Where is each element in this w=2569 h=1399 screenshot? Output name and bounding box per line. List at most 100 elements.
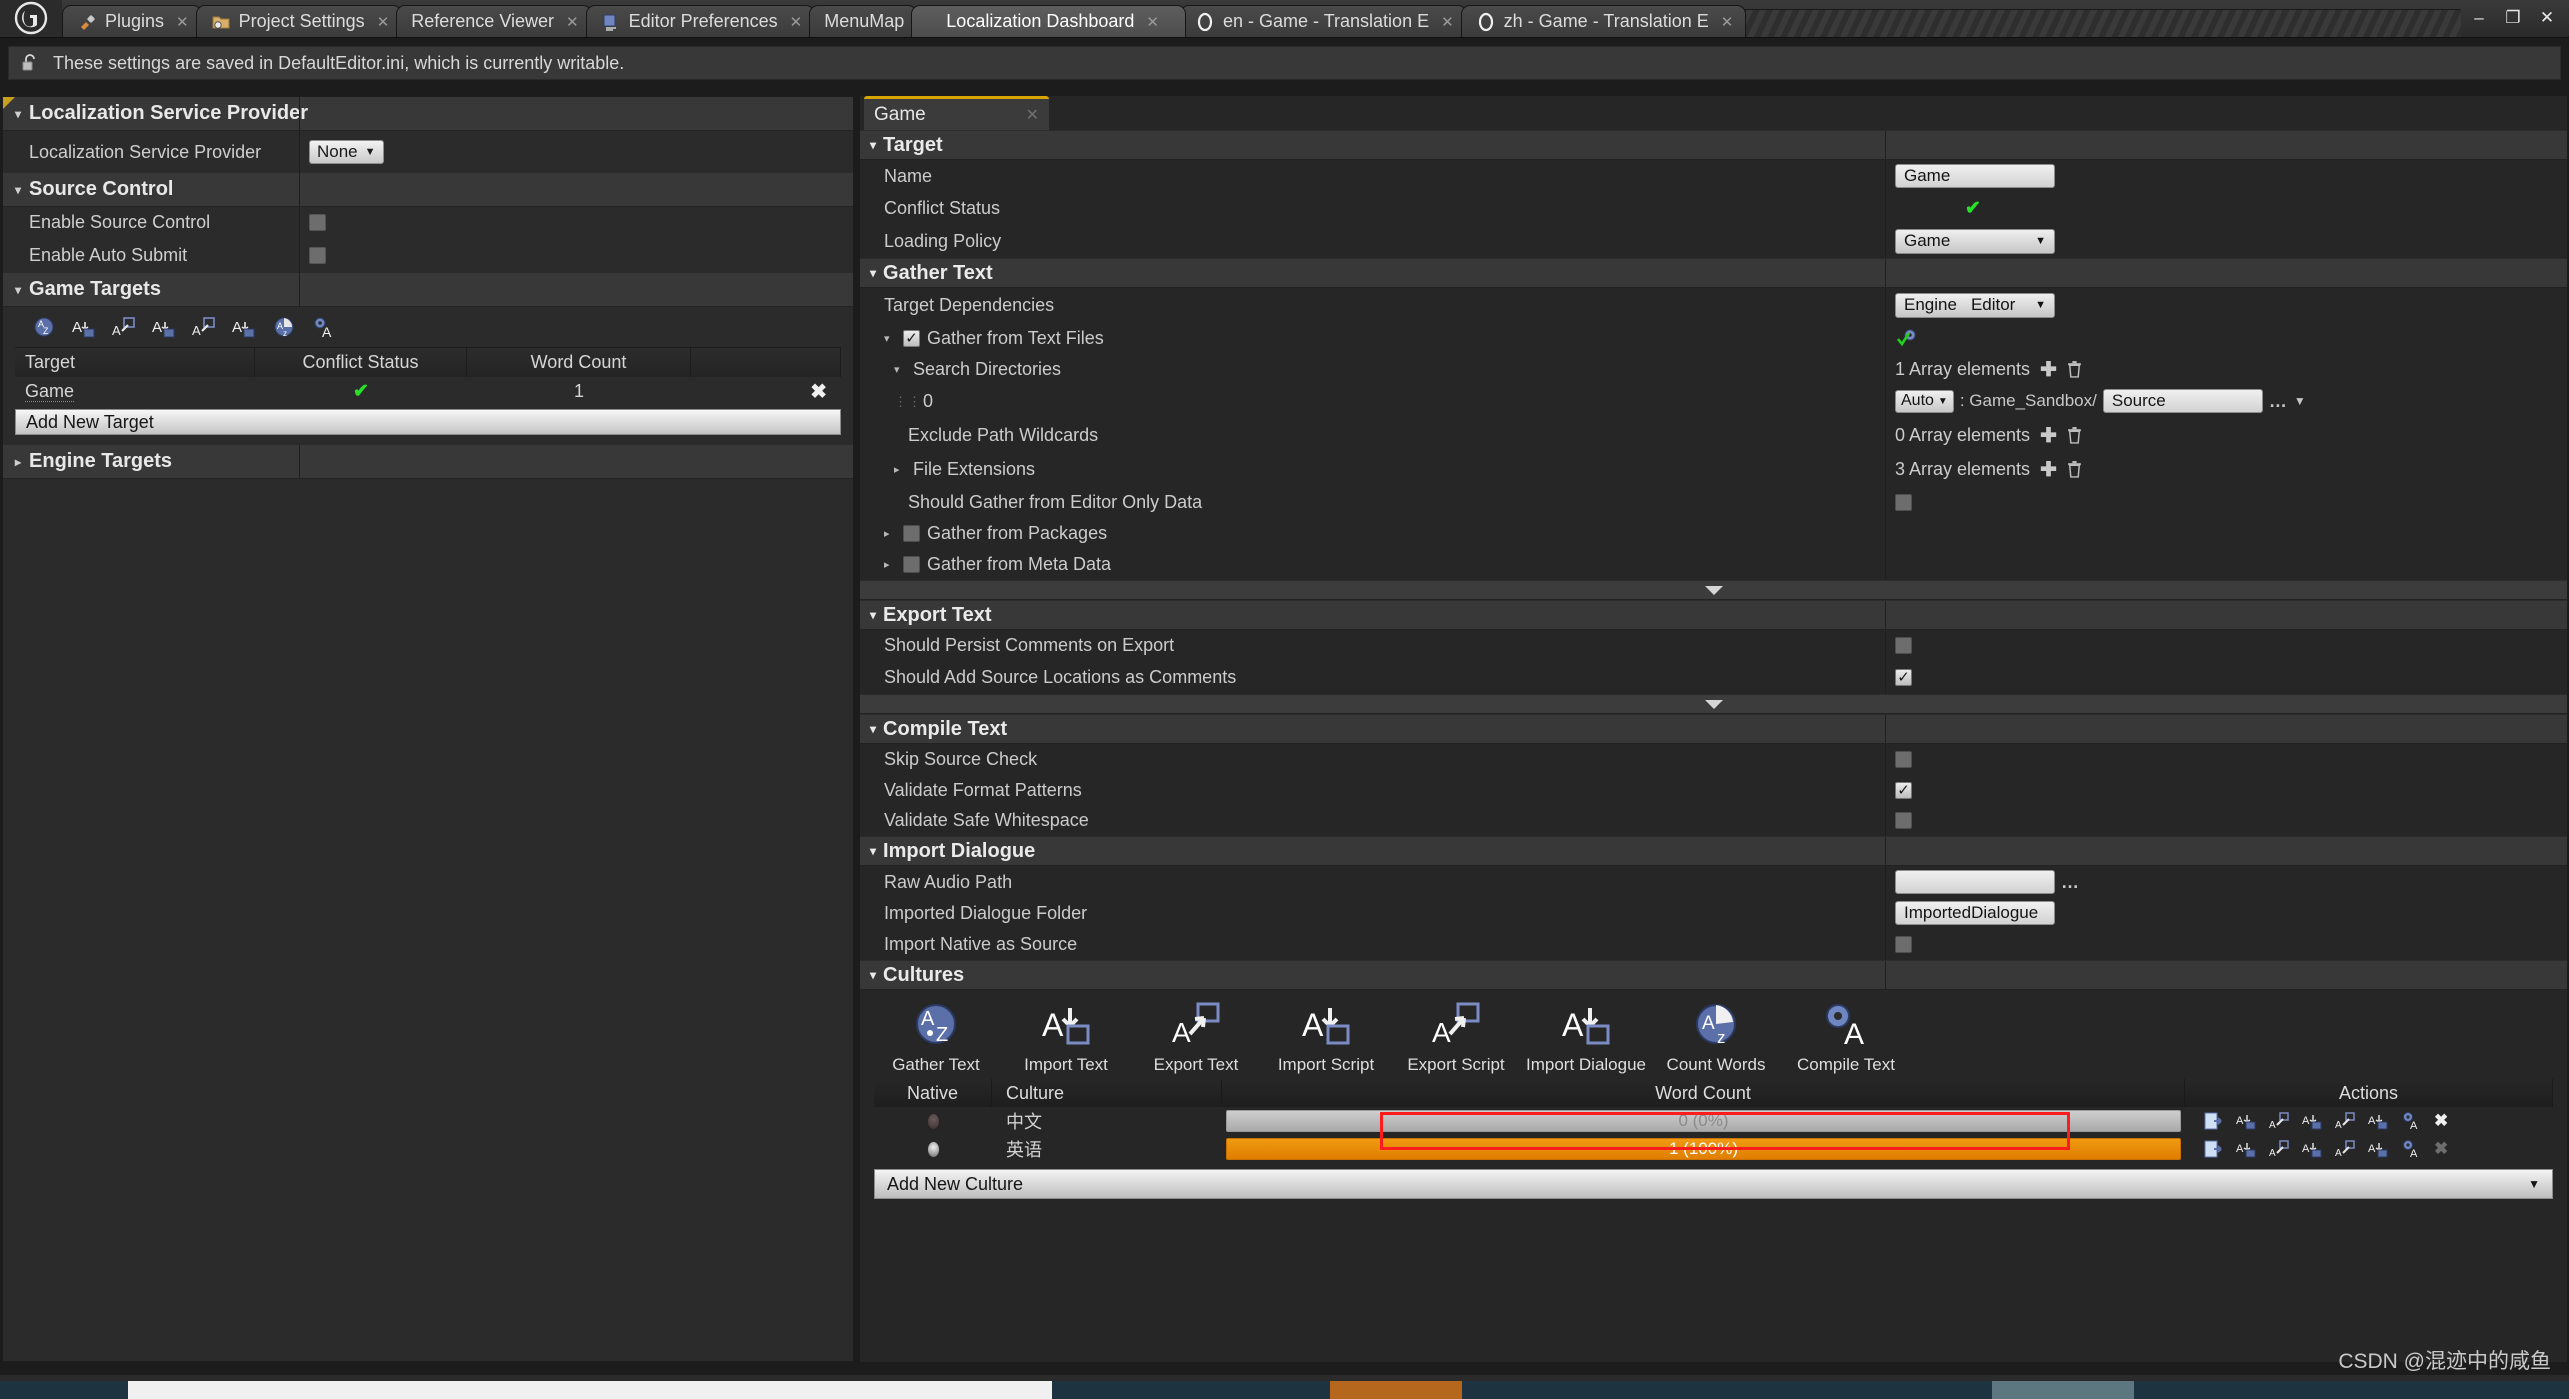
section-import-dialogue[interactable]: ▾ Import Dialogue	[860, 836, 2567, 866]
taskbar-items-mid[interactable]	[1462, 1381, 1992, 1399]
section-cultures[interactable]: ▾ Cultures	[860, 960, 2567, 990]
delete-target-icon[interactable]: ✖	[691, 379, 841, 404]
expand-triangle-icon[interactable]: ▸	[894, 463, 906, 476]
section-engine-targets[interactable]: ▸ Engine Targets	[3, 445, 853, 479]
tab-project-settings[interactable]: Project Settings ✕	[196, 5, 403, 37]
compile-text-icon[interactable]: A	[311, 315, 337, 341]
drag-handle-icon[interactable]: ⋮⋮	[894, 398, 904, 405]
browse-ellipsis-button[interactable]: …	[2269, 391, 2288, 412]
collapse-triangle-icon[interactable]: ▾	[15, 107, 21, 121]
section-splitter-handle[interactable]	[860, 694, 2567, 714]
editor-tab-strip[interactable]: Plugins ✕ Project Settings ✕ Reference V…	[62, 0, 2461, 37]
search-dir-path-input[interactable]: Source	[2103, 389, 2263, 413]
culture-row-actions[interactable]: A A A A A A ✖	[2185, 1111, 2553, 1132]
browse-ellipsis-button[interactable]: …	[2061, 872, 2080, 893]
cultures-import-text-button[interactable]: A Import Text	[1012, 1000, 1120, 1075]
table-row[interactable]: 英语 1 (100%) A A A A A A ✖	[874, 1135, 2553, 1163]
export-text-icon[interactable]: A	[2269, 1111, 2290, 1132]
tab-close-icon[interactable]: ✕	[377, 13, 390, 31]
loading-policy-dropdown[interactable]: Game ▼	[1895, 229, 2055, 254]
raw-audio-path-input[interactable]	[1895, 870, 2055, 894]
tab-close-icon[interactable]: ✕	[1026, 105, 1039, 125]
tab-close-icon[interactable]: ✕	[566, 13, 579, 31]
collapse-triangle-icon[interactable]: ▾	[884, 332, 896, 345]
native-culture-radio[interactable]	[927, 1141, 940, 1158]
minimize-button[interactable]: –	[2463, 5, 2495, 31]
expand-triangle-icon[interactable]: ▸	[884, 527, 896, 540]
tab-close-icon[interactable]: ✕	[1441, 13, 1454, 31]
taskbar-search-box[interactable]	[128, 1381, 1052, 1399]
tab-plugins[interactable]: Plugins ✕	[62, 5, 202, 37]
tab-close-icon[interactable]: ✕	[1146, 13, 1159, 31]
column-header-native[interactable]: Native	[874, 1079, 992, 1107]
target-name[interactable]: Game	[25, 381, 74, 402]
compile-text-icon[interactable]: A	[2401, 1111, 2422, 1132]
restore-button[interactable]: ❐	[2497, 5, 2529, 31]
tab-menumap[interactable]: MenuMap	[809, 5, 917, 37]
expand-triangle-icon[interactable]: ▸	[15, 455, 21, 469]
count-words-icon[interactable]: A z	[271, 315, 297, 341]
import-text-icon[interactable]: A	[2236, 1139, 2257, 1160]
tab-en-game-translation-editor[interactable]: en - Game - Translation E ✕	[1180, 5, 1467, 37]
tab-reference-viewer[interactable]: Reference Viewer ✕	[396, 5, 591, 37]
section-splitter-handle[interactable]	[860, 580, 2567, 600]
import-dialogue-icon[interactable]: A	[2368, 1111, 2389, 1132]
section-target[interactable]: ▾ Target	[860, 130, 2567, 160]
export-text-icon[interactable]: A	[111, 315, 137, 341]
cultures-import-script-button[interactable]: A Import Script	[1272, 1000, 1380, 1075]
delete-array-icon[interactable]	[2067, 360, 2082, 378]
export-script-icon[interactable]: A	[2335, 1111, 2356, 1132]
column-header-word-count[interactable]: Word Count	[467, 348, 691, 377]
tab-close-icon[interactable]: ✕	[1721, 13, 1734, 31]
collapse-triangle-icon[interactable]: ▾	[894, 363, 906, 376]
cultures-gather-text-button[interactable]: A Z Gather Text	[882, 1000, 990, 1075]
conflict-status-check-icon[interactable]: ✔	[1965, 197, 1981, 220]
taskbar-item-highlight[interactable]	[1992, 1381, 2134, 1399]
add-array-element-icon[interactable]: ✚	[2040, 457, 2057, 482]
should-gather-editor-only-checkbox[interactable]	[1895, 494, 1912, 511]
edit-translations-icon[interactable]	[2203, 1111, 2224, 1132]
search-dir-mode-dropdown[interactable]: Auto ▼	[1895, 390, 1954, 413]
section-localization-service-provider[interactable]: ▾ Localization Service Provider	[3, 97, 853, 131]
table-row[interactable]: Game ✔ 1 ✖	[15, 377, 841, 405]
os-taskbar[interactable]	[0, 1381, 2569, 1399]
gather-from-packages-checkbox[interactable]	[903, 525, 920, 542]
gather-from-text-files-checkbox[interactable]: ✓	[903, 330, 920, 347]
section-game-targets[interactable]: ▾ Game Targets	[3, 273, 853, 307]
cultures-count-words-button[interactable]: A z Count Words	[1662, 1000, 1770, 1075]
compile-text-icon[interactable]: A	[2401, 1139, 2422, 1160]
gather-text-icon[interactable]: A Z	[31, 315, 57, 341]
tab-editor-preferences[interactable]: Editor Preferences ✕	[586, 5, 816, 37]
import-script-icon[interactable]: A	[2302, 1139, 2323, 1160]
collapse-triangle-icon[interactable]: ▾	[870, 608, 876, 622]
tab-localization-dashboard[interactable]: Localization Dashboard ✕	[911, 5, 1186, 37]
taskbar-start-area[interactable]	[0, 1381, 128, 1399]
delete-array-icon[interactable]	[2067, 426, 2082, 444]
collapse-triangle-icon[interactable]: ▾	[15, 183, 21, 197]
tab-game-target[interactable]: Game ✕	[864, 96, 1049, 130]
import-dialogue-icon[interactable]: A	[231, 315, 257, 341]
game-targets-toolbar[interactable]: A Z A A A A A	[3, 307, 853, 347]
tab-close-icon[interactable]: ✕	[176, 13, 189, 31]
culture-row-actions[interactable]: A A A A A A ✖	[2185, 1139, 2553, 1160]
export-script-icon[interactable]: A	[2335, 1139, 2356, 1160]
expand-triangle-icon[interactable]: ▸	[884, 558, 896, 571]
gather-from-meta-data-checkbox[interactable]	[903, 556, 920, 573]
table-row[interactable]: 中文 0 (0%) A A A A A A ✖	[874, 1107, 2553, 1135]
collapse-triangle-icon[interactable]: ▾	[870, 844, 876, 858]
import-dialogue-icon[interactable]: A	[2368, 1139, 2389, 1160]
section-source-control[interactable]: ▾ Source Control	[3, 173, 853, 207]
column-header-word-count[interactable]: Word Count	[1222, 1079, 2185, 1107]
collapse-triangle-icon[interactable]: ▾	[870, 968, 876, 982]
enable-source-control-checkbox[interactable]	[309, 214, 326, 231]
should-add-source-locations-checkbox[interactable]: ✓	[1895, 669, 1912, 686]
edit-translations-icon[interactable]	[2203, 1139, 2224, 1160]
column-header-culture[interactable]: Culture	[992, 1079, 1222, 1107]
enable-auto-submit-checkbox[interactable]	[309, 247, 326, 264]
tab-zh-game-translation-editor[interactable]: zh - Game - Translation E ✕	[1461, 5, 1747, 37]
target-name-input[interactable]: Game	[1895, 164, 2055, 188]
import-script-icon[interactable]: A	[2302, 1111, 2323, 1132]
import-native-as-source-checkbox[interactable]	[1895, 936, 1912, 953]
delete-array-icon[interactable]	[2067, 460, 2082, 478]
add-array-element-icon[interactable]: ✚	[2040, 357, 2057, 382]
